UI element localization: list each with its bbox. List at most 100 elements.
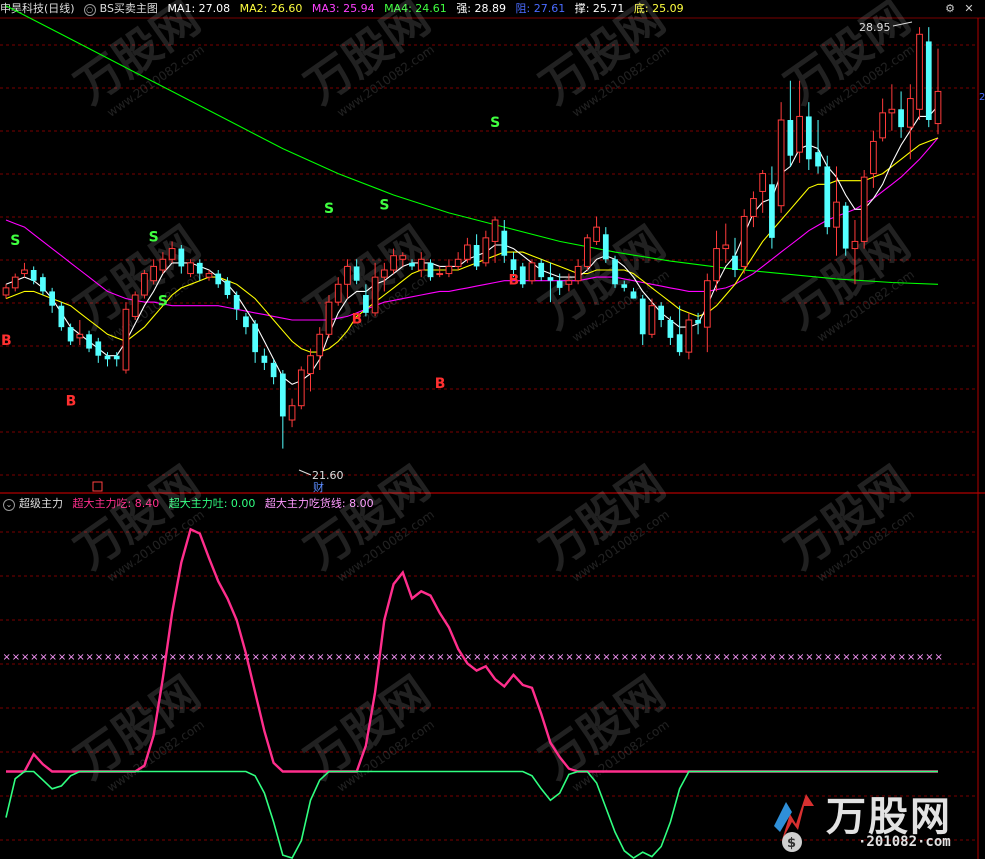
- eatline-marker: ×: [731, 652, 739, 663]
- brand-logo: $ 万股网 ·201082·com: [768, 780, 978, 856]
- candle-body: [796, 115, 803, 153]
- sell-signal: S: [158, 294, 168, 310]
- candle-body: [501, 230, 508, 256]
- candle-body: [131, 294, 139, 317]
- candle-body: [538, 262, 545, 278]
- eatline-marker: ×: [575, 652, 583, 663]
- candle-body: [67, 327, 74, 342]
- candle-body: [178, 248, 185, 267]
- candle-body: [547, 277, 554, 281]
- eatline-marker: ×: [501, 652, 509, 663]
- candle-body: [334, 283, 342, 303]
- candle-body: [703, 280, 711, 328]
- right-edge-label: 2: [979, 92, 985, 103]
- eatline-marker: ×: [796, 652, 804, 663]
- candle-body: [787, 120, 794, 156]
- eatline-marker: ×: [805, 652, 813, 663]
- eatline-marker: ×: [704, 652, 712, 663]
- candle-body: [58, 305, 65, 328]
- watermark: 万股网www.2010082.com: [775, 0, 919, 120]
- candle-body: [482, 237, 490, 264]
- eatline-marker: ×: [399, 652, 407, 663]
- eatline-marker: ×: [713, 652, 721, 663]
- candle-body: [491, 219, 499, 242]
- candle-body: [769, 184, 775, 238]
- eatline-marker: ×: [279, 652, 287, 663]
- candle-body: [732, 255, 738, 270]
- event-marker-icon: [92, 481, 103, 492]
- candle-body: [815, 152, 821, 167]
- candle-body: [49, 291, 55, 306]
- eatline-marker: ×: [547, 652, 555, 663]
- candle-body: [380, 269, 388, 278]
- candle-body: [750, 198, 757, 217]
- candle-body: [243, 316, 249, 328]
- high-price-label: 28.95: [859, 21, 891, 34]
- candle-body: [824, 166, 831, 228]
- candle-body: [916, 33, 923, 110]
- candle-body: [925, 41, 932, 120]
- eatline-marker: ×: [898, 652, 906, 663]
- candle-body: [612, 259, 618, 285]
- candle-body: [528, 262, 536, 282]
- low-price-pointer: [298, 469, 312, 476]
- candle-body: [11, 276, 19, 289]
- candle-body: [667, 320, 674, 338]
- candle-body: [777, 119, 785, 207]
- buy-signal: B: [509, 272, 520, 288]
- eatline-marker: ×: [289, 652, 297, 663]
- candle-body: [205, 273, 213, 278]
- eatline-marker: ×: [353, 652, 361, 663]
- eatline-marker: ×: [935, 652, 943, 663]
- eatline-marker: ×: [667, 652, 675, 663]
- eatline-marker: ×: [768, 652, 776, 663]
- eatline-marker: ×: [49, 652, 57, 663]
- candle-body: [860, 176, 868, 242]
- eatline-marker: ×: [224, 652, 232, 663]
- candle-body: [445, 265, 453, 275]
- eatline-marker: ×: [778, 652, 786, 663]
- candle-body: [934, 90, 942, 125]
- eatline-marker: ×: [824, 652, 832, 663]
- eatline-marker: ×: [445, 652, 453, 663]
- candle-body: [353, 266, 360, 281]
- candle-body: [113, 355, 120, 360]
- candle-body: [851, 240, 859, 250]
- eatline-marker: ×: [658, 652, 666, 663]
- candle-body: [759, 173, 767, 192]
- eatline-marker: ×: [925, 652, 933, 663]
- candle-body: [288, 405, 296, 421]
- eatline-marker: ×: [150, 652, 158, 663]
- eatline-marker: ×: [418, 652, 426, 663]
- candle-body: [593, 226, 600, 242]
- chart-window: { "header_main": { "stock": "申昊科技", "per…: [0, 0, 985, 859]
- eatline-marker: ×: [759, 652, 767, 663]
- candle-body: [713, 248, 720, 282]
- candle-body: [879, 112, 886, 139]
- candle-body: [519, 266, 526, 285]
- eatline-marker: ×: [907, 652, 915, 663]
- candle-body: [805, 116, 812, 160]
- candle-body: [510, 259, 517, 270]
- eatline-marker: ×: [122, 652, 130, 663]
- eatline-marker: ×: [21, 652, 29, 663]
- sell-signal: S: [10, 233, 20, 249]
- candle-body: [40, 277, 46, 292]
- eatline-marker: ×: [141, 652, 149, 663]
- candle-body: [95, 341, 102, 356]
- eatline-marker: ×: [381, 652, 389, 663]
- candle-body: [21, 269, 28, 275]
- eatline-marker: ×: [584, 652, 592, 663]
- candle-body: [427, 262, 434, 278]
- candle-body: [270, 362, 277, 378]
- candle-body: [141, 273, 148, 296]
- eatline-marker: ×: [298, 652, 306, 663]
- watermark: 万股网www.2010082.com: [530, 666, 674, 795]
- eatline-marker: ×: [196, 652, 204, 663]
- candle-body: [307, 355, 314, 375]
- eatline-marker: ×: [473, 652, 481, 663]
- candle-body: [215, 273, 222, 285]
- eatline-marker: ×: [602, 652, 610, 663]
- eatline-marker: ×: [76, 652, 84, 663]
- watermark: 万股网www.2010082.com: [775, 456, 919, 585]
